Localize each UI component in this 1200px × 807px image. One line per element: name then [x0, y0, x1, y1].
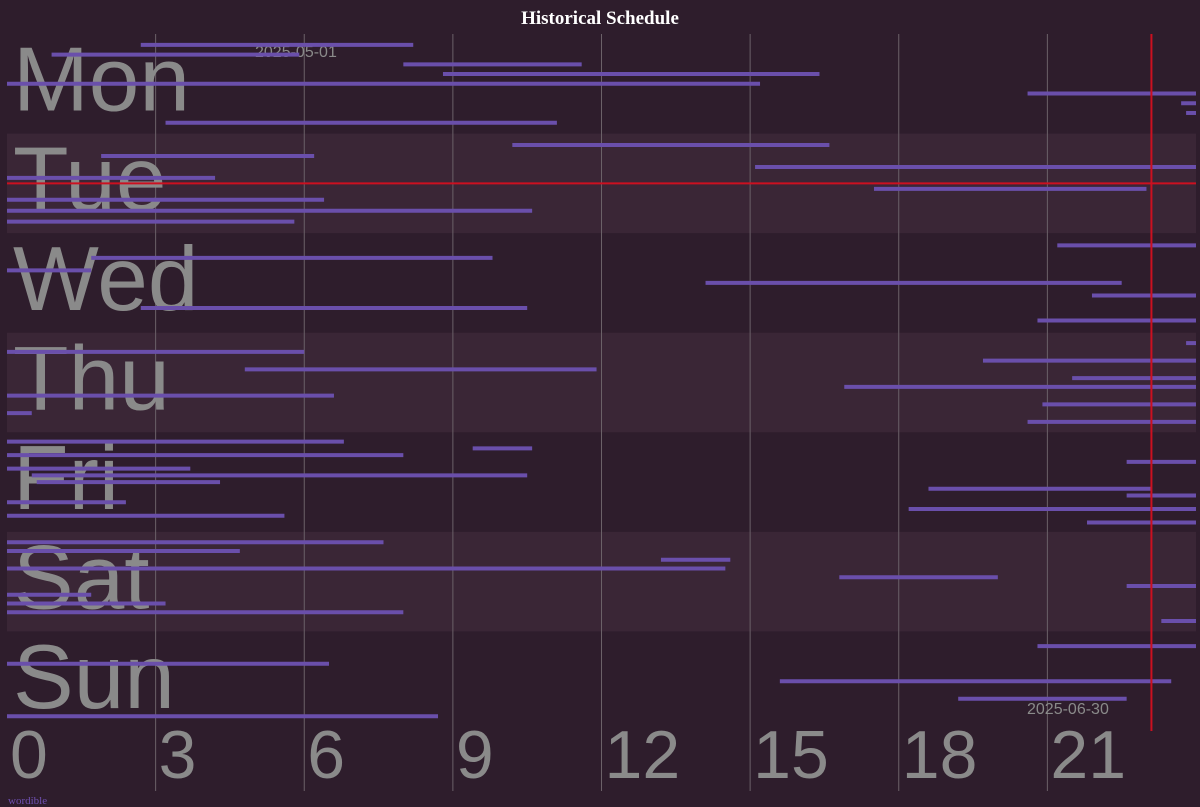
- x-tick-label: 9: [456, 717, 494, 793]
- x-tick-label: 12: [605, 717, 681, 793]
- x-tick-label: 15: [753, 717, 829, 793]
- footer-credit: wordible: [8, 795, 48, 807]
- x-tick-label: 21: [1050, 717, 1126, 793]
- x-tick-label: 18: [902, 717, 978, 793]
- day-label: Sun: [13, 627, 175, 728]
- schedule-chart: MonTueWedThuFriSatSun2025-05-012025-06-3…: [7, 30, 1196, 793]
- x-tick-label: 3: [159, 717, 197, 793]
- day-label: Wed: [13, 229, 198, 330]
- x-tick-label: 0: [10, 717, 48, 793]
- end-date-label: 2025-06-30: [1027, 701, 1109, 718]
- day-label: Thu: [13, 328, 170, 429]
- x-tick-label: 6: [307, 717, 345, 793]
